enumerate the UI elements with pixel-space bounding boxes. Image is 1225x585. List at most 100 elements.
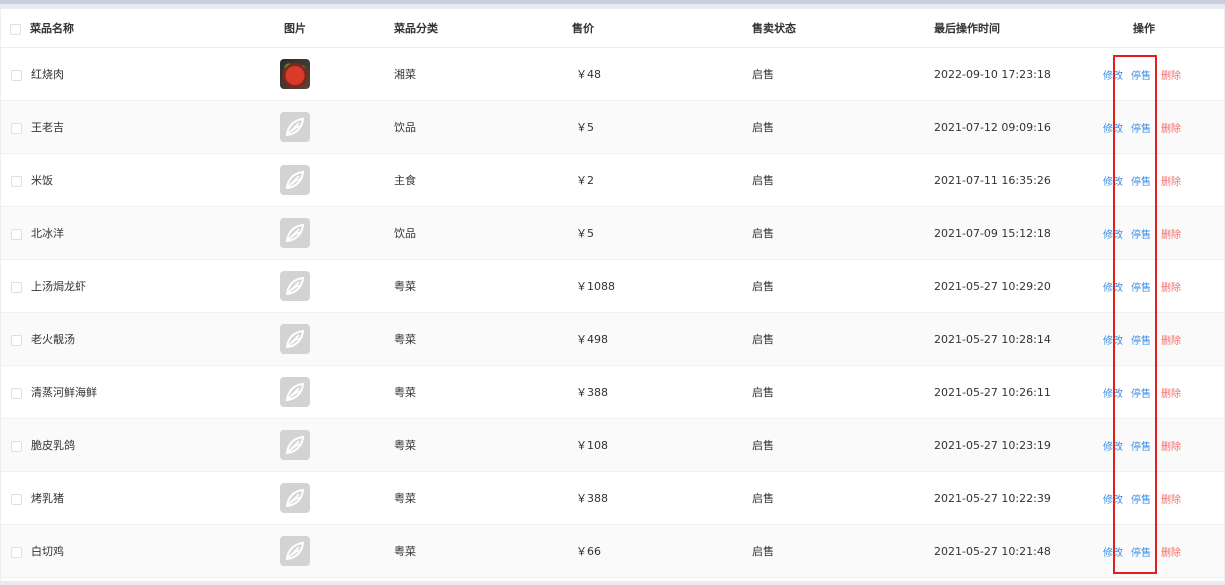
delete-link[interactable]: 删除 bbox=[1161, 283, 1181, 294]
table-row: 红烧肉 湘菜 ￥48 启售 2022-09-10 17:23:18 修改 停售 删除 bbox=[1, 47, 1224, 101]
delete-link[interactable]: 删除 bbox=[1161, 442, 1181, 453]
edit-link[interactable]: 修改 bbox=[1103, 283, 1123, 294]
cell-name: 白切鸡 bbox=[1, 524, 263, 578]
column-header-name-label: 菜品名称 bbox=[30, 22, 74, 35]
delete-link[interactable]: 删除 bbox=[1161, 177, 1181, 188]
cell-actions: 修改 停售 删除 bbox=[1091, 47, 1224, 101]
table-row: 王老吉 饮品 ￥5 启售 2021-07-12 09:09:16 修改 停售 删除 bbox=[1, 100, 1224, 154]
dish-name: 米饭 bbox=[31, 174, 53, 187]
dish-category: 粤菜 bbox=[374, 259, 552, 313]
row-checkbox[interactable] bbox=[11, 281, 22, 293]
column-header-ops: 操作 bbox=[1091, 9, 1224, 48]
cell-image bbox=[263, 206, 374, 260]
column-header-status: 售卖状态 bbox=[732, 9, 912, 48]
dish-image bbox=[280, 430, 310, 460]
leaf-placeholder-icon bbox=[285, 488, 305, 508]
cell-name: 红烧肉 bbox=[1, 47, 263, 101]
dish-price: ￥66 bbox=[552, 524, 732, 578]
row-checkbox[interactable] bbox=[11, 546, 22, 558]
cell-image bbox=[263, 524, 374, 578]
dish-name: 王老吉 bbox=[31, 121, 64, 134]
edit-link[interactable]: 修改 bbox=[1103, 71, 1123, 82]
dish-price: ￥108 bbox=[552, 418, 732, 472]
dish-image bbox=[280, 483, 310, 513]
cell-image bbox=[263, 100, 374, 154]
dish-update-time: 2021-07-11 16:35:26 bbox=[912, 153, 1091, 207]
column-header-time: 最后操作时间 bbox=[912, 9, 1091, 48]
dish-image bbox=[280, 218, 310, 248]
dish-image bbox=[280, 536, 310, 566]
cell-name: 米饭 bbox=[1, 153, 263, 207]
row-checkbox[interactable] bbox=[11, 493, 22, 505]
leaf-placeholder-icon bbox=[285, 117, 305, 137]
row-checkbox[interactable] bbox=[11, 122, 22, 134]
delete-link[interactable]: 删除 bbox=[1161, 230, 1181, 241]
delete-link[interactable]: 删除 bbox=[1161, 124, 1181, 135]
dish-image bbox=[280, 324, 310, 354]
dish-update-time: 2021-07-12 09:09:16 bbox=[912, 100, 1091, 154]
dish-update-time: 2021-05-27 10:26:11 bbox=[912, 365, 1091, 419]
delete-link[interactable]: 删除 bbox=[1161, 336, 1181, 347]
stop-sale-link[interactable]: 停售 bbox=[1131, 177, 1151, 188]
delete-link[interactable]: 删除 bbox=[1161, 495, 1181, 506]
dish-status: 启售 bbox=[732, 259, 912, 313]
edit-link[interactable]: 修改 bbox=[1103, 177, 1123, 188]
dish-status: 启售 bbox=[732, 312, 912, 366]
dish-update-time: 2021-05-27 10:23:19 bbox=[912, 418, 1091, 472]
stop-sale-link[interactable]: 停售 bbox=[1131, 71, 1151, 82]
dish-price: ￥5 bbox=[552, 206, 732, 260]
edit-link[interactable]: 修改 bbox=[1103, 389, 1123, 400]
dish-name: 北冰洋 bbox=[31, 227, 64, 240]
delete-link[interactable]: 删除 bbox=[1161, 389, 1181, 400]
dish-category: 粤菜 bbox=[374, 524, 552, 578]
dish-table: 菜品名称 图片 菜品分类 售价 售卖状态 最后操作时间 操作 红烧肉 湘菜 ￥4… bbox=[1, 9, 1224, 578]
dish-status: 启售 bbox=[732, 206, 912, 260]
delete-link[interactable]: 删除 bbox=[1161, 71, 1181, 82]
stop-sale-link[interactable]: 停售 bbox=[1131, 442, 1151, 453]
stop-sale-link[interactable]: 停售 bbox=[1131, 230, 1151, 241]
stop-sale-link[interactable]: 停售 bbox=[1131, 336, 1151, 347]
select-all-checkbox[interactable] bbox=[10, 23, 21, 35]
row-checkbox[interactable] bbox=[11, 334, 22, 346]
leaf-placeholder-icon bbox=[285, 329, 305, 349]
dish-status: 启售 bbox=[732, 100, 912, 154]
row-checkbox[interactable] bbox=[11, 440, 22, 452]
dish-table-panel: 菜品名称 图片 菜品分类 售价 售卖状态 最后操作时间 操作 红烧肉 湘菜 ￥4… bbox=[0, 9, 1225, 581]
edit-link[interactable]: 修改 bbox=[1103, 495, 1123, 506]
row-checkbox[interactable] bbox=[11, 228, 22, 240]
row-checkbox[interactable] bbox=[11, 387, 22, 399]
stop-sale-link[interactable]: 停售 bbox=[1131, 548, 1151, 559]
cell-image bbox=[263, 471, 374, 525]
row-checkbox[interactable] bbox=[11, 175, 22, 187]
table-row: 老火靓汤 粤菜 ￥498 启售 2021-05-27 10:28:14 修改 停售… bbox=[1, 312, 1224, 366]
dish-name: 红烧肉 bbox=[31, 68, 64, 81]
dish-price: ￥388 bbox=[552, 365, 732, 419]
cell-image bbox=[263, 47, 374, 101]
leaf-placeholder-icon bbox=[285, 223, 305, 243]
edit-link[interactable]: 修改 bbox=[1103, 442, 1123, 453]
edit-link[interactable]: 修改 bbox=[1103, 548, 1123, 559]
edit-link[interactable]: 修改 bbox=[1103, 336, 1123, 347]
dish-category: 饮品 bbox=[374, 100, 552, 154]
edit-link[interactable]: 修改 bbox=[1103, 230, 1123, 241]
table-row: 脆皮乳鸽 粤菜 ￥108 启售 2021-05-27 10:23:19 修改 停售… bbox=[1, 418, 1224, 472]
dish-status: 启售 bbox=[732, 524, 912, 578]
cell-image bbox=[263, 418, 374, 472]
cell-image bbox=[263, 312, 374, 366]
dish-category: 粤菜 bbox=[374, 418, 552, 472]
leaf-placeholder-icon bbox=[285, 170, 305, 190]
column-header-category: 菜品分类 bbox=[374, 9, 552, 48]
dish-update-time: 2021-05-27 10:21:48 bbox=[912, 524, 1091, 578]
stop-sale-link[interactable]: 停售 bbox=[1131, 124, 1151, 135]
delete-link[interactable]: 删除 bbox=[1161, 548, 1181, 559]
edit-link[interactable]: 修改 bbox=[1103, 124, 1123, 135]
row-checkbox[interactable] bbox=[11, 69, 22, 81]
dish-price: ￥498 bbox=[552, 312, 732, 366]
stop-sale-link[interactable]: 停售 bbox=[1131, 389, 1151, 400]
stop-sale-link[interactable]: 停售 bbox=[1131, 495, 1151, 506]
dish-photo bbox=[280, 59, 310, 89]
dish-name: 烤乳猪 bbox=[31, 492, 64, 505]
dish-image bbox=[280, 165, 310, 195]
stop-sale-link[interactable]: 停售 bbox=[1131, 283, 1151, 294]
cell-name: 烤乳猪 bbox=[1, 471, 263, 525]
